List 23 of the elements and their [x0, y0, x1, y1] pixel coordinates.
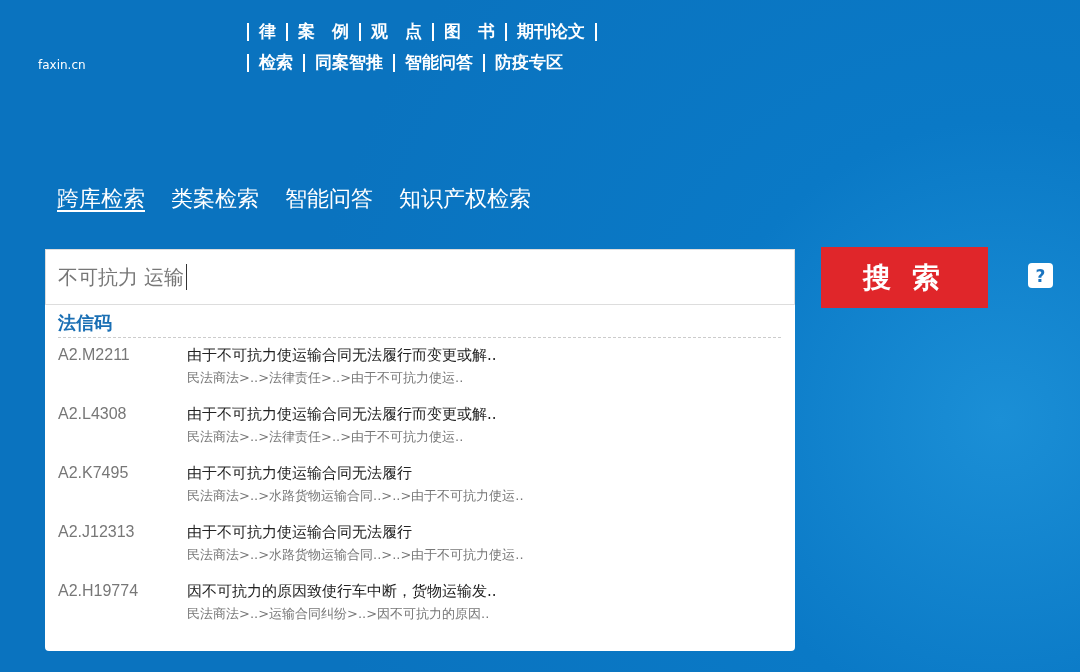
- nav-link[interactable]: 检索: [259, 51, 293, 74]
- nav-link[interactable]: 律: [259, 20, 276, 43]
- nav-link[interactable]: 案 例: [298, 20, 349, 43]
- suggestion-item[interactable]: A2.L4308 由于不可抗力使运输合同无法履行而变更或解.. 民法商法>..>法律责任>..>由于不可抗力使运..: [58, 405, 781, 464]
- suggestion-item[interactable]: A2.H19774 因不可抗力的原因致使行车中断，货物运输发.. 民法商法>..>运输合同纠纷>..>因不可抗力的原因..: [58, 582, 781, 641]
- nav-link[interactable]: 图 书: [444, 20, 495, 43]
- suggestion-item[interactable]: A2.J12313 由于不可抗力使运输合同无法履行 民法商法>..>水路货物运输合同..>..>由于不可抗力使运..: [58, 523, 781, 582]
- search-tab[interactable]: 智能问答: [285, 184, 373, 217]
- suggestion-heading: 法信码: [58, 311, 781, 338]
- suggestion-item[interactable]: A2.M2211 由于不可抗力使运输合同无法履行而变更或解.. 民法商法>..>法律责任>..>由于不可抗力使运..: [58, 346, 781, 405]
- search-tab[interactable]: 跨库检索: [57, 184, 145, 217]
- nav-link[interactable]: 观 点: [371, 20, 422, 43]
- nav-link[interactable]: 期刊论文: [517, 20, 585, 43]
- nav-link[interactable]: 智能问答: [405, 51, 473, 74]
- nav-link[interactable]: 同案智推: [315, 51, 383, 74]
- search-tab[interactable]: 知识产权检索: [399, 184, 531, 217]
- search-button[interactable]: 搜 索: [821, 247, 988, 308]
- search-field[interactable]: 不可抗力 运输: [45, 249, 795, 305]
- suggestion-item[interactable]: A2.K7495 由于不可抗力使运输合同无法履行 民法商法>..>水路货物运输合同..>..>由于不可抗力使运..: [58, 464, 781, 523]
- nav-link[interactable]: 防疫专区: [495, 51, 563, 74]
- site-logo-text[interactable]: faxin.cn: [0, 58, 245, 72]
- help-icon[interactable]: ?: [1028, 263, 1053, 288]
- search-tab[interactable]: 类案检索: [171, 184, 259, 217]
